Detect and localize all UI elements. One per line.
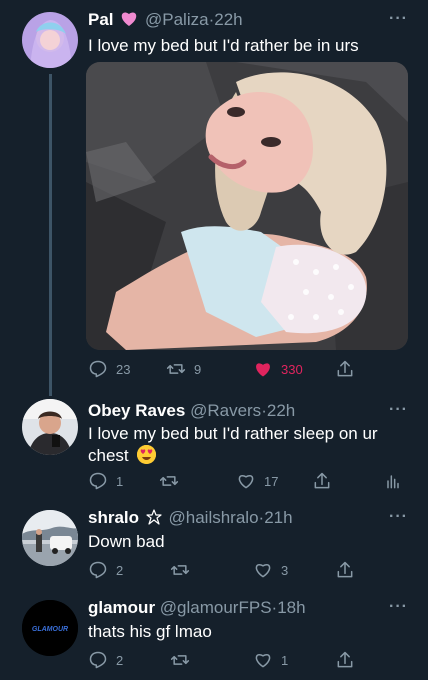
avatar[interactable] <box>22 510 78 566</box>
timestamp[interactable]: 21h <box>264 508 292 527</box>
like-button[interactable]: 330 <box>253 359 303 379</box>
avatar[interactable] <box>22 12 78 68</box>
share-button[interactable] <box>335 560 355 580</box>
analytics-button[interactable] <box>383 471 403 491</box>
retweet-count: 9 <box>194 361 202 377</box>
analytics-icon <box>387 475 399 489</box>
like-button[interactable]: 1 <box>253 650 288 670</box>
tweet-text: I love my bed but I'd rather sleep on ur… <box>88 423 378 467</box>
display-name[interactable]: Pal <box>88 10 114 29</box>
star-emoji-icon <box>146 509 162 525</box>
reply-button[interactable]: 1 <box>88 471 123 491</box>
like-count: 330 <box>281 361 303 377</box>
share-button[interactable] <box>335 650 355 670</box>
retweet-icon <box>159 476 179 486</box>
share-icon <box>337 651 353 668</box>
like-count: 1 <box>281 652 289 668</box>
display-name[interactable]: glamour <box>88 598 155 617</box>
more-options-icon[interactable]: ··· <box>389 508 408 526</box>
tweet-header: Obey Raves @Ravers·22h <box>88 401 295 421</box>
share-icon <box>337 360 353 377</box>
tweet-glamourfps[interactable]: GLAMOUR glamour @glamourFPS·18h ··· that… <box>0 590 428 680</box>
more-options-icon[interactable]: ··· <box>389 10 408 28</box>
reply-icon <box>89 651 107 669</box>
more-options-icon[interactable]: ··· <box>389 598 408 616</box>
retweet-button[interactable] <box>170 560 190 580</box>
reply-count: 23 <box>116 361 131 377</box>
like-button[interactable]: 17 <box>236 471 278 491</box>
timestamp[interactable]: 18h <box>277 598 305 617</box>
tweet-header: shralo @hailshralo·21h <box>88 508 293 528</box>
retweet-icon <box>166 364 186 374</box>
heart-outline-icon <box>255 654 271 668</box>
tweet-text: thats his gf lmao <box>88 622 212 641</box>
tweet-photo[interactable] <box>86 62 408 350</box>
retweet-icon <box>170 655 190 665</box>
avatar[interactable]: GLAMOUR <box>22 600 78 656</box>
timestamp[interactable]: 22h <box>214 10 242 29</box>
tweet-ravers[interactable]: Obey Raves @Ravers·22h ··· I love my bed… <box>0 395 428 500</box>
like-button[interactable]: 3 <box>253 560 288 580</box>
tweet-header: glamour @glamourFPS·18h <box>88 598 306 618</box>
retweet-button[interactable] <box>170 650 190 670</box>
like-count: 17 <box>264 473 279 489</box>
tweet-text-line: chest <box>88 445 378 467</box>
tweet-text: I love my bed but I'd rather be in urs <box>88 36 359 55</box>
user-handle[interactable]: @glamourFPS <box>160 598 272 617</box>
reply-button[interactable]: 2 <box>88 650 123 670</box>
tweet-paliza[interactable]: Pal @Paliza·22h ··· I love my bed but I'… <box>0 0 428 395</box>
heart-outline-icon <box>238 475 254 489</box>
reply-button[interactable]: 23 <box>88 359 130 379</box>
avatar[interactable] <box>22 399 78 455</box>
heart-eyes-emoji-icon <box>137 445 157 464</box>
retweet-icon <box>170 565 190 575</box>
tweet-text: Down bad <box>88 532 165 551</box>
display-name[interactable]: Obey Raves <box>88 401 185 420</box>
share-button[interactable] <box>312 471 332 491</box>
user-handle[interactable]: @Ravers <box>190 401 261 420</box>
display-name[interactable]: shralo <box>88 508 139 527</box>
reply-icon <box>89 561 107 579</box>
reply-count: 1 <box>116 473 124 489</box>
more-options-icon[interactable]: ··· <box>389 401 408 419</box>
timestamp[interactable]: 22h <box>267 401 295 420</box>
retweet-button[interactable] <box>159 471 179 491</box>
tweet-hailshralo[interactable]: shralo @hailshralo·21h ··· Down bad 2 3 <box>0 500 428 590</box>
reply-icon <box>89 472 107 490</box>
user-handle[interactable]: @hailshralo <box>169 508 259 527</box>
heart-outline-icon <box>255 564 271 578</box>
user-handle[interactable]: @Paliza <box>145 10 209 29</box>
avatar-logo-text: GLAMOUR <box>32 626 68 633</box>
share-icon <box>337 561 353 578</box>
reply-button[interactable]: 2 <box>88 560 123 580</box>
heart-emoji-icon <box>120 11 138 27</box>
tweet-text-line: I love my bed but I'd rather sleep on ur <box>88 424 378 443</box>
reply-icon <box>89 360 107 378</box>
retweet-button[interactable]: 9 <box>166 359 201 379</box>
heart-filled-icon <box>256 363 270 377</box>
reply-count: 2 <box>116 652 124 668</box>
tweet-header: Pal @Paliza·22h <box>88 10 243 30</box>
reply-count: 2 <box>116 562 124 578</box>
share-icon <box>314 472 330 489</box>
tweet-text-line-2: chest <box>88 446 129 465</box>
share-button[interactable] <box>335 359 355 379</box>
like-count: 3 <box>281 562 289 578</box>
